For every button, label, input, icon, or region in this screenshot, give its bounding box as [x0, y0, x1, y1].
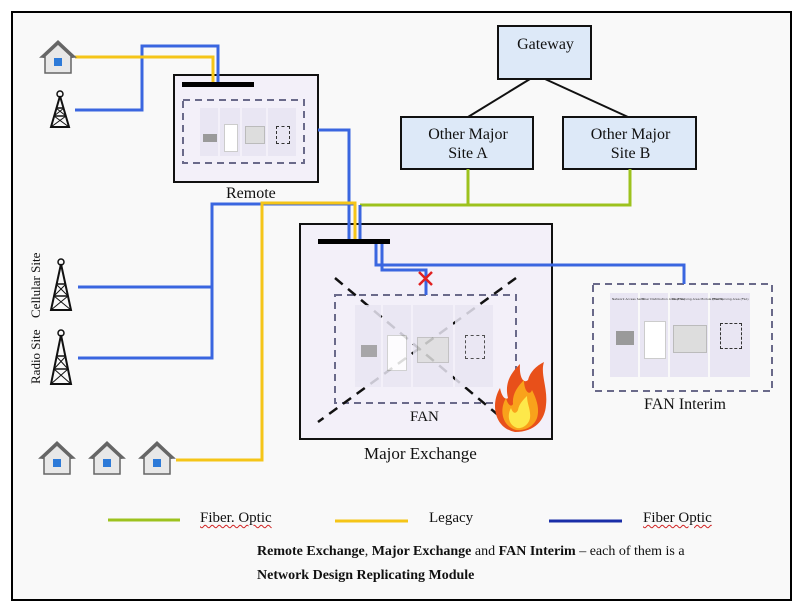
remote-module-contents: [200, 108, 300, 158]
gateway-to-site-b-link: [544, 78, 629, 118]
fda-cabinet-icon: [387, 335, 407, 371]
legend-label-green: Fiber. Optic: [200, 510, 272, 526]
tower-icon-cellular: [49, 258, 73, 311]
site-a-label-line2: Site A: [448, 145, 488, 162]
module-column-access: [200, 108, 218, 156]
remote-label: Remote: [226, 185, 276, 202]
gateway-label: Gateway: [517, 36, 574, 53]
access-equipment-icon: [616, 331, 634, 345]
legend-label-yellow: Legacy: [429, 510, 474, 526]
fsam-panel-icon: [245, 126, 265, 144]
green-link-site-a: [360, 169, 470, 207]
remote-bus-bar: [182, 82, 254, 87]
caption-line-1: Remote Exchange, Major Exchange and FAN …: [257, 544, 685, 560]
major-exchange-label: Major Exchange: [364, 444, 477, 463]
site-a-label: Other Major Site A: [401, 125, 535, 163]
site-b-label: Other Major Site B: [563, 125, 698, 163]
fda-cabinet-icon: [644, 321, 666, 359]
fsam-panel-icon: [673, 325, 707, 353]
blue-link-remote-major: [318, 128, 351, 239]
gateway-to-site-a-link: [467, 78, 531, 118]
caption-line-2: Network Design Replicating Module: [257, 568, 474, 584]
legend-label-blue-text: Fiber Optic: [643, 510, 712, 526]
site-a-label-line1: Other Major: [428, 126, 508, 143]
access-equipment-icon: [203, 134, 217, 142]
fan-interim-module-contents: Network Access Seite Fiber Distribution …: [610, 293, 755, 377]
blue-link-radio: [78, 287, 214, 360]
cellular-site-label: Cellular Site: [28, 252, 43, 318]
site-b-label-line1: Other Major: [590, 126, 671, 143]
fan-interim-label: FAN Interim: [644, 396, 726, 413]
caption-ndrm: Network Design Replicating Module: [257, 568, 475, 583]
fsam-panel-icon: [417, 337, 449, 363]
caption-sep: ,: [364, 544, 372, 559]
fan-label: FAN: [410, 409, 439, 425]
fda-cabinet-icon: [224, 124, 238, 152]
tower-icon-radio: [49, 329, 73, 385]
caption-fan-interim: FAN Interim: [498, 544, 576, 559]
radio-site-label: Radio Site: [28, 329, 43, 384]
tower-icon-top: [49, 90, 71, 128]
caption-and: and: [471, 544, 499, 559]
fsa-grid-icon: [465, 335, 485, 359]
house-icon-top: [39, 40, 77, 74]
house-icon-bottom-3: [138, 441, 176, 475]
module-label-access: Network Access Seite: [612, 297, 645, 301]
legend-label-blue: Fiber Optic: [643, 510, 712, 527]
access-equipment-icon: [361, 345, 377, 357]
major-bus-bar: [318, 239, 390, 244]
house-icon-bottom-1: [38, 441, 76, 475]
site-b-label-line2: Site B: [610, 145, 651, 162]
fsa-grid-icon: [276, 126, 290, 144]
fsa-grid-icon: [720, 323, 742, 349]
house-icon-bottom-2: [88, 441, 126, 475]
green-link-site-b: [468, 169, 632, 207]
caption-rest: – each of them is a: [575, 544, 685, 559]
module-label-fsa: Fiber Serving Area (FSA): [712, 297, 749, 301]
caption-major-exchange: Major Exchange: [371, 544, 472, 559]
fan-module-contents: [355, 305, 495, 387]
caption-remote-exchange: Remote Exchange: [257, 544, 365, 559]
